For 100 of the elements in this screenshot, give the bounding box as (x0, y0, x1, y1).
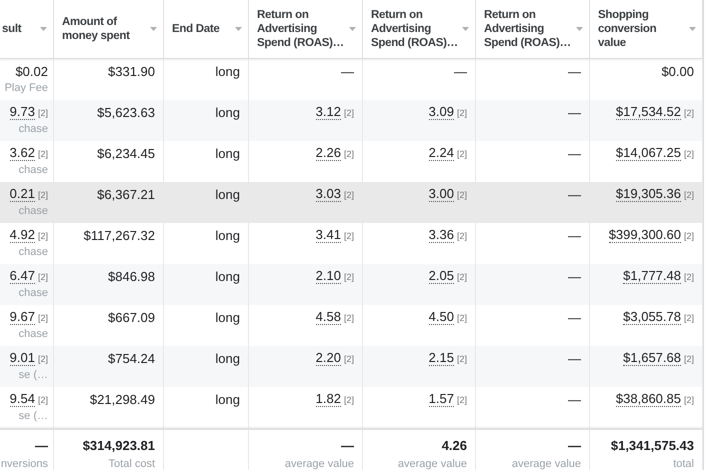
metric-value[interactable]: 3.41 (316, 228, 341, 243)
column-header[interactable]: Return on Advertising Spend (ROAS)… (363, 0, 476, 58)
footnote-mark: [2] (38, 149, 48, 159)
footnote-mark: [2] (456, 108, 467, 118)
table-cell-value: long (215, 310, 240, 325)
metric-value[interactable]: $19,305.36 (616, 187, 681, 202)
total-value: $1,341,575.43 (610, 438, 694, 453)
total-label: average value (284, 458, 354, 470)
table-cell-value: $754.24 (108, 351, 155, 366)
column-header[interactable]: Shopping conversion value (590, 0, 703, 58)
metric-value[interactable]: 9.54 (10, 392, 35, 407)
metric-value[interactable]: 3.09 (428, 105, 454, 120)
table-cell-value: — (568, 187, 581, 202)
table-cell-value: $6,234.45 (97, 146, 155, 161)
metric-value[interactable]: 4.92 (10, 228, 35, 243)
metric-value[interactable]: 4.58 (316, 310, 341, 325)
result-type-label: se (… (18, 410, 48, 422)
result-type-label: Play Fee (4, 82, 48, 94)
footnote-mark: [2] (344, 149, 354, 159)
metric-value[interactable]: 1.82 (316, 392, 341, 407)
total-label: average value (512, 458, 581, 470)
metric-value[interactable]: 4.50 (428, 310, 454, 325)
table-cell-value: — (568, 392, 581, 407)
metric-value[interactable]: 2.05 (428, 269, 454, 284)
table-cell-value: long (215, 146, 240, 161)
total-value: — (568, 438, 581, 453)
metric-value[interactable]: 9.67 (10, 310, 35, 325)
footnote-mark: [2] (684, 149, 694, 159)
footnote-mark: [2] (456, 190, 467, 200)
table-cell-value: long (215, 228, 240, 243)
footnote-mark: [2] (684, 354, 694, 364)
footnote-mark: [2] (456, 272, 467, 282)
footnote-mark: [2] (456, 395, 467, 405)
metric-value[interactable]: 6.47 (10, 269, 35, 284)
footnote-mark: [2] (684, 108, 694, 118)
result-type-label: chase (18, 287, 48, 299)
column-header[interactable]: Return on Advertising Spend (ROAS)… (476, 0, 590, 58)
table-cell-value: $117,267.32 (84, 228, 155, 243)
metric-value[interactable]: 3.12 (316, 105, 341, 120)
sort-icon (689, 27, 696, 31)
metric-value[interactable]: $1,657.68 (623, 351, 681, 366)
table-cell-value: $6,367.21 (97, 187, 155, 202)
metric-value[interactable]: 2.20 (316, 351, 341, 366)
total-label: Total cost (108, 458, 155, 470)
table-cell-value: $0.02 (15, 64, 48, 79)
metric-value[interactable]: $38,860.85 (616, 392, 681, 407)
metric-value[interactable]: $3,055.78 (623, 310, 681, 325)
metric-value[interactable]: $14,067.25 (616, 146, 681, 161)
footnote-mark: [2] (38, 231, 48, 241)
table-cell-value: long (215, 351, 240, 366)
sort-icon (40, 27, 47, 31)
metric-value[interactable]: $399,300.60 (608, 228, 681, 243)
total-label: average value (398, 458, 467, 470)
column-header[interactable]: Return on Advertising Spend (ROAS)… (249, 0, 363, 58)
metric-value[interactable]: 9.01 (10, 351, 35, 366)
footnote-mark: [2] (456, 231, 467, 241)
table-cell-value: long (215, 187, 240, 202)
table-cell-value: — (568, 310, 581, 325)
table-cell-value: long (215, 392, 240, 407)
metric-value[interactable]: 1.57 (428, 392, 454, 407)
metric-value[interactable]: 2.24 (428, 146, 454, 161)
metric-value[interactable]: $1,777.48 (623, 269, 681, 284)
metric-value[interactable]: 0.21 (10, 187, 35, 202)
metric-value[interactable]: 2.26 (316, 146, 341, 161)
footnote-mark: [2] (38, 395, 48, 405)
sort-icon (349, 27, 356, 31)
table-cell-value: $846.98 (108, 269, 155, 284)
metric-value[interactable]: 3.62 (10, 146, 35, 161)
result-type-label: chase (18, 205, 48, 217)
footnote-mark: [2] (38, 108, 48, 118)
footnote-mark: [2] (38, 190, 48, 200)
result-type-label: se (… (18, 369, 48, 381)
table-cell-value: $5,623.63 (97, 105, 155, 120)
sort-icon (462, 27, 469, 31)
total-label: nversions (0, 458, 48, 470)
metric-value[interactable]: 3.36 (428, 228, 454, 243)
total-value: 4.26 (442, 438, 467, 453)
footnote-mark: [2] (456, 313, 467, 323)
column-header[interactable]: End Date (164, 0, 249, 58)
total-value: $314,923.81 (82, 438, 155, 453)
metric-value[interactable]: 9.73 (10, 105, 35, 120)
total-value: — (341, 438, 354, 453)
footnote-mark: [2] (456, 149, 467, 159)
metric-value[interactable]: 2.15 (428, 351, 454, 366)
total-value: — (35, 438, 48, 453)
footnote-mark: [2] (38, 272, 48, 282)
metric-value[interactable]: $17,534.52 (616, 105, 681, 120)
column-header[interactable]: sult (0, 0, 54, 58)
table-cell-value: long (215, 105, 240, 120)
table-cell-value: $331.90 (108, 64, 155, 79)
metric-value[interactable]: 2.10 (316, 269, 341, 284)
footnote-mark: [2] (456, 354, 467, 364)
metric-value[interactable]: 3.03 (316, 187, 341, 202)
table-cell-value: $0.00 (661, 64, 694, 79)
metric-value[interactable]: 3.00 (428, 187, 454, 202)
table-cell-value: — (341, 64, 354, 79)
column-header[interactable]: Amount of money spent (54, 0, 164, 58)
footnote-mark: [2] (344, 231, 354, 241)
table-cell-value: — (568, 269, 581, 284)
table-cell-value: $667.09 (108, 310, 155, 325)
